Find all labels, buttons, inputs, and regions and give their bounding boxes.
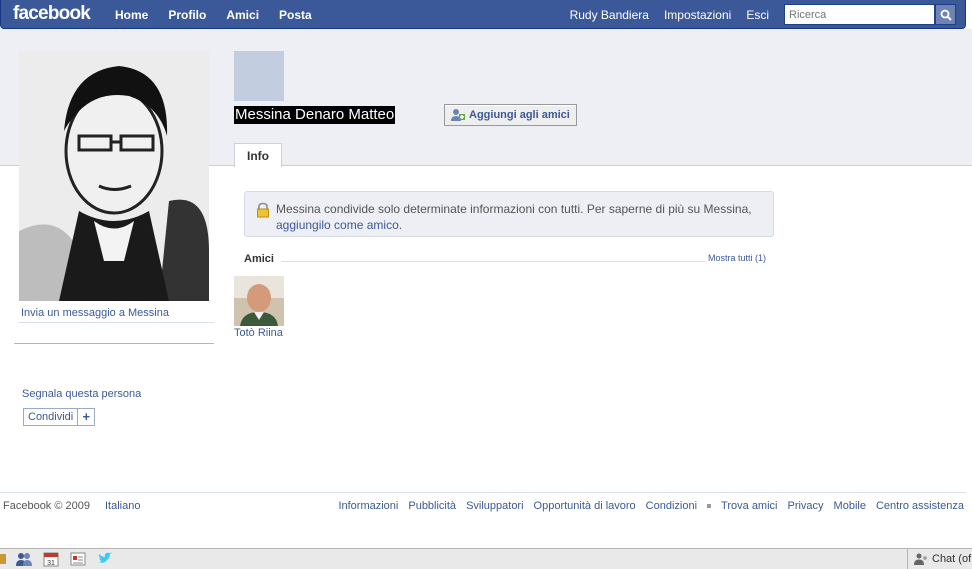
report-person-link[interactable]: Segnala questa persona (22, 388, 141, 400)
nav-friends[interactable]: Amici (226, 8, 259, 22)
footer-link-terms[interactable]: Condizioni (646, 500, 697, 512)
calendar-icon[interactable]: 31 (43, 551, 59, 567)
chat-bar: 31 Chat (of (0, 548, 972, 569)
svg-text:31: 31 (47, 560, 55, 567)
main-nav: Home Profilo Amici Posta (115, 8, 332, 22)
footer-link-help-center[interactable]: Centro assistenza (876, 500, 964, 512)
account-nav: Rudy Bandiera Impostazioni Esci (555, 8, 769, 22)
share-plus-button[interactable]: + (78, 408, 96, 426)
copyright-text: Facebook © 2009 (3, 500, 90, 512)
divider (19, 322, 214, 323)
search-button[interactable] (935, 4, 956, 25)
footer-link-mobile[interactable]: Mobile (834, 500, 866, 512)
footer-link-advertising[interactable]: Pubblicità (408, 500, 456, 512)
share-control: Condividi + (23, 408, 96, 426)
add-friend-button[interactable]: Aggiungi agli amici (444, 104, 577, 126)
friend-photo-image (234, 276, 284, 326)
nav-logout[interactable]: Esci (746, 8, 769, 22)
profile-name: Messina Denaro Matteo (234, 106, 396, 124)
friends-section-title: Amici (244, 253, 274, 265)
nav-user-name[interactable]: Rudy Bandiera (570, 8, 649, 22)
friends-app-icon[interactable] (16, 551, 32, 567)
notes-icon[interactable] (70, 551, 86, 567)
add-friend-icon (451, 109, 465, 121)
facebook-logo[interactable]: facebook (13, 3, 91, 25)
footer-link-privacy[interactable]: Privacy (787, 500, 823, 512)
add-friend-label: Aggiungi agli amici (469, 109, 570, 121)
friend-avatar[interactable] (234, 276, 284, 326)
search-icon (940, 9, 952, 21)
share-button[interactable]: Condividi (23, 408, 79, 426)
privacy-notice-text: Messina condivide solo determinate infor… (276, 201, 766, 233)
application-icons: 31 (0, 551, 124, 567)
nav-inbox[interactable]: Posta (279, 8, 312, 22)
footer-link-find-friends[interactable]: Trova amici (721, 500, 777, 512)
search-input[interactable] (784, 4, 935, 25)
show-all-friends-link[interactable]: Mostra tutti (1) (708, 253, 766, 263)
divider (14, 343, 214, 344)
language-link[interactable]: Italiano (105, 500, 140, 512)
nav-profile[interactable]: Profilo (168, 8, 206, 22)
applications-icon[interactable] (0, 551, 6, 567)
add-as-friend-link[interactable]: aggiungilo come amico (276, 218, 399, 232)
footer-divider (0, 492, 966, 493)
nav-home[interactable]: Home (115, 8, 148, 22)
chat-user-icon (914, 553, 927, 565)
profile-picture[interactable] (19, 51, 209, 301)
privacy-notice-body: Messina condivide solo determinate infor… (276, 202, 752, 216)
footer-link-developers[interactable]: Sviluppatori (466, 500, 523, 512)
twitter-bird-icon[interactable] (97, 551, 113, 567)
friend-name-link[interactable]: Totò Riina (234, 327, 283, 339)
nav-settings[interactable]: Impostazioni (664, 8, 731, 22)
profile-photo-image (19, 51, 209, 301)
footer-separator-dot (707, 504, 712, 508)
tab-info[interactable]: Info (234, 143, 282, 167)
divider (281, 261, 705, 262)
footer-link-about[interactable]: Informazioni (338, 500, 398, 512)
profile-thumbnail-placeholder (234, 51, 284, 101)
footer-link-jobs[interactable]: Opportunità di lavoro (534, 500, 636, 512)
privacy-notice-end: . (398, 218, 403, 232)
send-message-link[interactable]: Invia un messaggio a Messina (21, 307, 169, 319)
chat-label: Chat (of (932, 553, 972, 565)
top-navigation-bar: facebook Home Profilo Amici Posta Rudy B… (0, 0, 966, 29)
chat-button[interactable]: Chat (of (907, 549, 972, 569)
privacy-notice: Messina condivide solo determinate infor… (244, 191, 774, 237)
footer-links: Informazioni Pubblicità Sviluppatori Opp… (328, 500, 964, 512)
lock-icon (257, 202, 269, 218)
